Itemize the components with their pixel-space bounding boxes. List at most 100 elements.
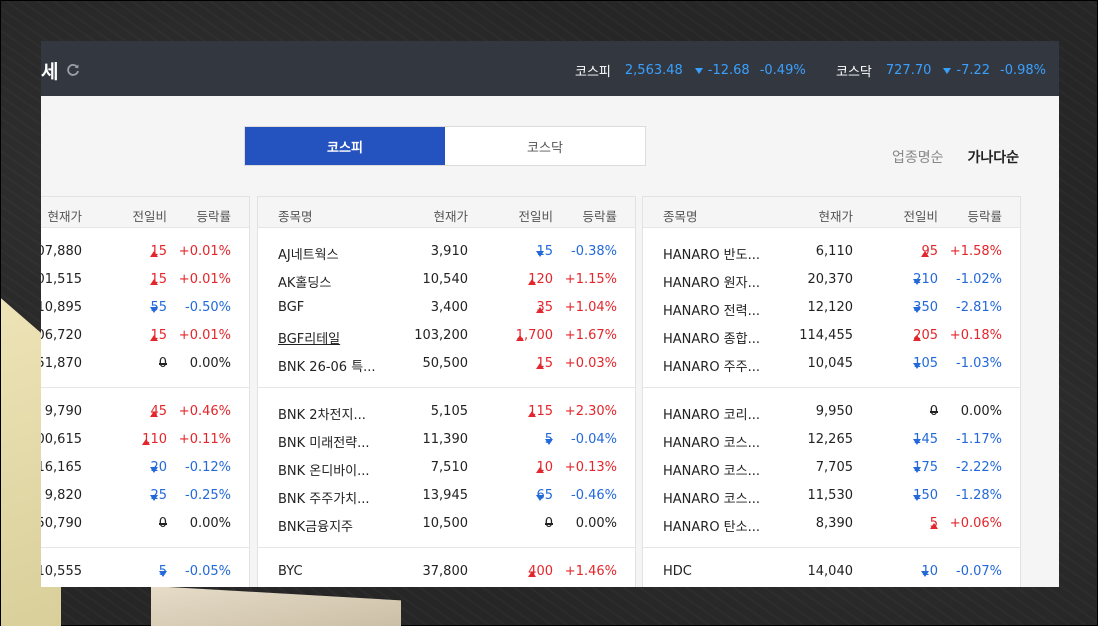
table-row[interactable]: 50,79000.00% xyxy=(41,509,249,537)
top-bar: 세 코스피 2,563.48 -12.68 -0.49% 코스닥 727.70 … xyxy=(41,41,1059,96)
table-row[interactable]: HANARO 코리...9,95000.00% xyxy=(643,397,1020,425)
stock-name[interactable]: HDC xyxy=(663,564,692,579)
table-row[interactable]: AJ네트웍스 3,910 15 -0.38% xyxy=(258,237,635,265)
stock-name[interactable]: HANARO 코스... xyxy=(663,460,760,479)
down-triangle-icon xyxy=(913,307,922,313)
stock-name[interactable]: AJ네트웍스 xyxy=(278,244,339,263)
stock-pct: 0.00% xyxy=(575,516,617,531)
stock-name[interactable]: HANARO 코스... xyxy=(663,488,760,507)
down-triangle-icon xyxy=(943,67,952,74)
stock-name[interactable]: BNK 2차전지... xyxy=(278,404,366,423)
table-row[interactable]: BNK 2차전지... 5,105 115 +2.30% xyxy=(258,397,635,425)
table-row[interactable]: 16,165 20 -0.12% xyxy=(41,453,249,481)
table-row[interactable]: BNK 26-06 특... 50,500 15 +0.03% xyxy=(258,349,635,377)
stock-name[interactable]: HANARO 주주... xyxy=(663,356,760,375)
table-row[interactable]: HANARO 주주... 10,045 105 -1.03% xyxy=(643,349,1020,377)
table-row[interactable]: 101,51515+0.01% xyxy=(41,265,249,293)
table-row[interactable]: 100,615110+0.11% xyxy=(41,425,249,453)
stock-name[interactable]: BNK 주주가치... xyxy=(278,488,370,507)
table-row[interactable]: BGF리테일 103,200 1,700 +1.67% xyxy=(258,321,635,349)
table-row[interactable]: 10,555 5 -0.05% xyxy=(41,557,249,585)
stock-pct: +0.06% xyxy=(949,516,1002,531)
stock-pct: -0.25% xyxy=(185,488,231,503)
table-row[interactable]: BYC 37,800 400 +1.46% xyxy=(258,557,635,585)
table-row[interactable]: 10,895 55 -0.50% xyxy=(41,293,249,321)
table-row[interactable]: HANARO 탄소... 8,390 5 +0.06% xyxy=(643,509,1020,537)
table-row[interactable]: BNK 주주가치... 13,945 65 -0.46% xyxy=(258,481,635,509)
table-row[interactable]: HANARO 전력... 12,120 350 -2.81% xyxy=(643,293,1020,321)
table-row[interactable]: HANARO 원자... 20,370 210 -1.02% xyxy=(643,265,1020,293)
table-row[interactable]: AK홀딩스 10,540 120 +1.15% xyxy=(258,265,635,293)
stock-panel: 종목명현재가전일비등락률107,88015+0.01%101,51515+0.0… xyxy=(41,196,250,587)
table-row[interactable]: HANARO 코스... 11,530 150 -1.28% xyxy=(643,481,1020,509)
stock-name[interactable]: BGF리테일 xyxy=(278,328,340,347)
stock-pct: -0.50% xyxy=(185,300,231,315)
stock-name[interactable]: BNK 26-06 특... xyxy=(278,356,376,375)
stock-price: 12,265 xyxy=(807,432,854,447)
stock-pct: +2.30% xyxy=(564,404,617,419)
stock-price: 16,165 xyxy=(41,460,82,475)
stock-pct: -2.81% xyxy=(956,300,1002,315)
stock-name[interactable]: BYC xyxy=(278,564,303,579)
index-pct: -0.98% xyxy=(1000,63,1047,78)
stock-price: 11,530 xyxy=(807,488,854,503)
table-row[interactable]: HANARO 코스... 7,705 175 -2.22% xyxy=(643,453,1020,481)
tab-kosdaq[interactable]: 코스닥 xyxy=(445,127,645,165)
index-pct: -0.49% xyxy=(759,63,806,78)
stock-price: 12,120 xyxy=(807,300,854,315)
stock-price: 14,040 xyxy=(807,564,854,579)
stock-name[interactable]: BNK금융지주 xyxy=(278,516,353,535)
column-header-name: 종목명 xyxy=(663,209,698,224)
table-row[interactable]: BNK 미래전략... 11,390 5 -0.04% xyxy=(258,425,635,453)
table-row[interactable]: BGF 3,400 35 +1.04% xyxy=(258,293,635,321)
stock-name[interactable]: BGF xyxy=(278,300,304,315)
table-row[interactable]: HANARO 반도... 6,110 95 +1.58% xyxy=(643,237,1020,265)
stock-name[interactable]: BNK 온디바이... xyxy=(278,460,370,479)
table-row[interactable]: 106,72015+0.01% xyxy=(41,321,249,349)
stock-name[interactable]: HANARO 종합... xyxy=(663,328,760,347)
table-row[interactable]: 107,88015+0.01% xyxy=(41,237,249,265)
stock-price: 10,500 xyxy=(422,516,469,531)
table-row[interactable]: 9,790 45 +0.46% xyxy=(41,397,249,425)
stock-name[interactable]: BNK 미래전략... xyxy=(278,432,370,451)
stock-name[interactable]: HANARO 코리... xyxy=(663,404,760,423)
stock-name[interactable]: AK홀딩스 xyxy=(278,272,331,291)
table-row[interactable]: 9,820 25 -0.25% xyxy=(41,481,249,509)
stock-name[interactable]: HANARO 전력... xyxy=(663,300,760,319)
kospi-index: 코스피 2,563.48 -12.68 -0.49% xyxy=(575,61,806,80)
stock-price: 50,790 xyxy=(41,516,82,531)
table-row[interactable]: BNK금융지주10,50000.00% xyxy=(258,509,635,537)
panel-header: 종목명현재가전일비등락률 xyxy=(41,197,249,228)
sort-by-name[interactable]: 가나다순 xyxy=(967,147,1019,167)
stock-group: AJ네트웍스 3,910 15 -0.38% AK홀딩스 10,540 120 +1.15% B… xyxy=(258,228,635,388)
table-row[interactable]: HDC 14,040 10 -0.07% xyxy=(643,557,1020,585)
index-value: 727.70 xyxy=(885,63,932,78)
stock-price: 100,615 xyxy=(41,432,82,447)
stock-name[interactable]: HANARO 원자... xyxy=(663,272,760,291)
stock-pct: +0.01% xyxy=(178,328,231,343)
stock-name[interactable]: HANARO 코스... xyxy=(663,432,760,451)
tab-kospi[interactable]: 코스피 xyxy=(245,127,445,165)
stock-group: HANARO 반도... 6,110 95 +1.58% HANARO 원자... 20,… xyxy=(643,228,1020,388)
stock-panel: 종목명 현재가 전일비 등락률 HANARO 반도... 6,110 95 +1.58% HAN… xyxy=(642,196,1021,587)
column-header-pct: 등락률 xyxy=(967,209,1002,224)
refresh-icon[interactable] xyxy=(65,62,81,78)
stock-name[interactable]: HANARO 탄소... xyxy=(663,516,760,535)
stock-pct: 0.00% xyxy=(189,356,231,371)
stock-name[interactable]: HANARO 반도... xyxy=(663,244,760,263)
stock-pct: -1.17% xyxy=(956,432,1002,447)
table-row[interactable]: HANARO 종합... 114,455 205 +0.18% xyxy=(643,321,1020,349)
up-triangle-icon xyxy=(515,335,524,341)
stock-group: BNK 2차전지... 5,105 115 +2.30% BNK 미래전략... 11,3… xyxy=(258,388,635,548)
table-row[interactable]: HANARO 코스... 12,265 145 -1.17% xyxy=(643,425,1020,453)
stock-pct: -1.02% xyxy=(956,272,1002,287)
stock-pct: +0.03% xyxy=(564,356,617,371)
table-row[interactable]: BNK 온디바이... 7,510 10 +0.13% xyxy=(258,453,635,481)
sort-by-sector[interactable]: 업종명순 xyxy=(892,147,944,167)
panel-header: 종목명현재가전일비등락률 xyxy=(643,197,1020,228)
up-triangle-icon xyxy=(528,279,537,285)
table-row[interactable]: 51,87000.00% xyxy=(41,349,249,377)
stock-price: 11,390 xyxy=(422,432,469,447)
stock-price: 106,720 xyxy=(41,328,82,343)
stock-group: 107,88015+0.01%101,51515+0.01%10,89555-0… xyxy=(41,228,249,388)
